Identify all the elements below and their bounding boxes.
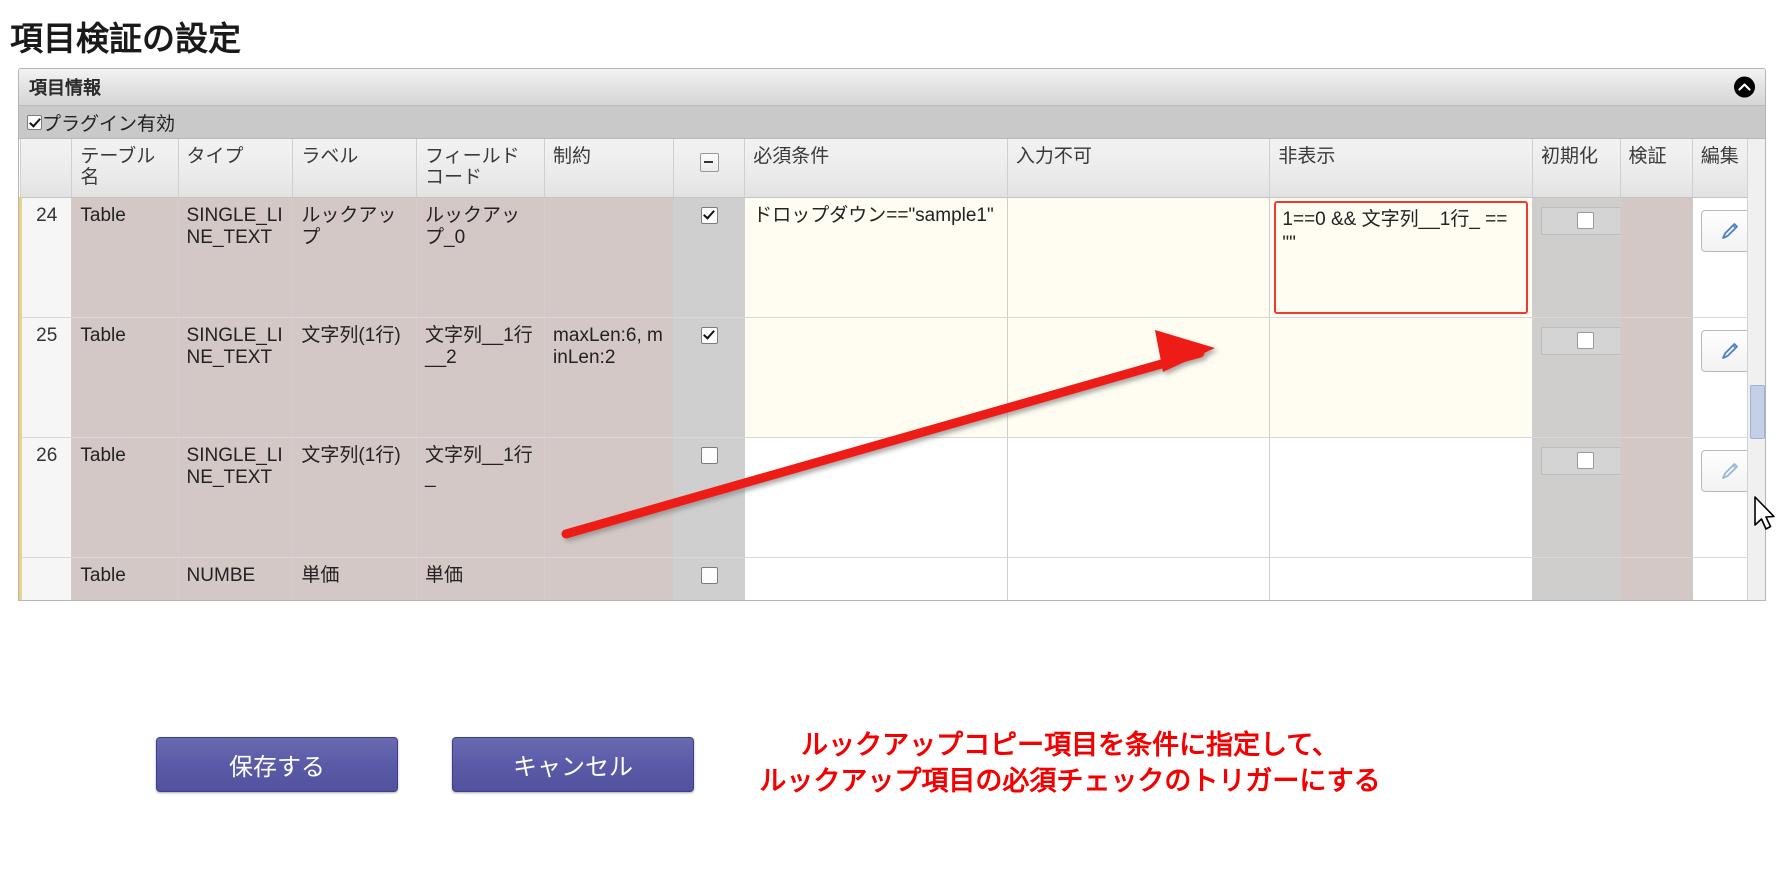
cell-required-cond[interactable] <box>744 437 1008 558</box>
cell-constraint <box>544 557 675 600</box>
cell-hidden[interactable] <box>1269 317 1533 438</box>
cell-validate <box>1620 317 1693 438</box>
grid-scrollbar-thumb[interactable] <box>1750 385 1765 439</box>
row-number: 25 <box>19 317 73 438</box>
cell-constraint <box>544 196 675 318</box>
col-header-field-code[interactable]: フィールドコード <box>416 139 546 198</box>
annotation-text: ルックアップコピー項目を条件に指定して、 ルックアップ項目の必須チェックのトリガ… <box>759 730 1381 797</box>
row-number: 26 <box>19 437 73 558</box>
table-row[interactable]: 25 Table SINGLE_LINE_TEXT 文字列(1行) 文字列__1… <box>19 317 1765 438</box>
hidden-condition-input[interactable]: 1==0 && 文字列__1行_ == "" <box>1274 200 1528 314</box>
cell-field-code: 単価 <box>416 557 546 600</box>
col-header-no-input[interactable]: 入力不可 <box>1007 139 1271 198</box>
cell-required-cond[interactable] <box>744 557 1008 600</box>
page-title: 項目検証の設定 <box>10 20 241 57</box>
cell-no-input[interactable] <box>1007 557 1271 600</box>
cell-type: NUMBE <box>178 557 294 600</box>
table-header-row: テーブル名 タイプ ラベル フィールドコード 制約 必須条件 入力不可 非表示 … <box>19 139 1765 198</box>
panel-header: 項目情報 <box>19 69 1765 106</box>
cell-hidden[interactable] <box>1269 557 1533 600</box>
required-flag-checkbox[interactable] <box>700 207 718 225</box>
col-header-init[interactable]: 初期化 <box>1532 139 1621 198</box>
table-row[interactable]: 26 Table SINGLE_LINE_TEXT 文字列(1行) 文字列__1… <box>19 437 1765 558</box>
cell-init[interactable] <box>1532 196 1631 318</box>
row-number <box>19 557 73 600</box>
cell-field-code: 文字列__1行_ <box>416 437 546 558</box>
cell-required-flag[interactable] <box>673 196 746 318</box>
cell-type: SINGLE_LINE_TEXT <box>178 317 294 438</box>
cell-table-name: Table <box>71 557 179 600</box>
cell-label: 文字列(1行) <box>292 437 418 558</box>
cell-hidden[interactable] <box>1269 437 1533 558</box>
cell-required-cond[interactable]: ドロップダウン=="sample1" <box>744 196 1008 318</box>
cell-label: 単価 <box>292 557 418 600</box>
required-flag-checkbox[interactable] <box>700 327 718 345</box>
init-checkbox-wrapper[interactable] <box>1540 206 1631 235</box>
panel-header-title: 項目情報 <box>29 78 101 98</box>
col-header-label[interactable]: ラベル <box>292 139 418 198</box>
cell-field-code: ルックアップ_0 <box>416 196 546 318</box>
plugin-enable-row[interactable]: プラグイン有効 <box>19 106 1765 139</box>
cell-table-name: Table <box>71 317 179 438</box>
field-grid: テーブル名 タイプ ラベル フィールドコード 制約 必須条件 入力不可 非表示 … <box>19 139 1765 600</box>
cell-constraint <box>544 437 675 558</box>
col-header-table-name[interactable]: テーブル名 <box>71 139 179 198</box>
init-checkbox[interactable] <box>1577 332 1595 350</box>
cell-constraint: maxLen:6, minLen:2 <box>544 317 675 438</box>
cell-required-flag[interactable] <box>673 557 746 600</box>
init-checkbox[interactable] <box>1577 452 1595 470</box>
table-row[interactable]: Table NUMBE 単価 単価 <box>19 557 1765 600</box>
cell-table-name: Table <box>71 196 179 318</box>
field-table: テーブル名 タイプ ラベル フィールドコード 制約 必須条件 入力不可 非表示 … <box>19 139 1765 600</box>
cell-type: SINGLE_LINE_TEXT <box>178 437 294 558</box>
cell-init[interactable] <box>1532 437 1631 558</box>
init-checkbox[interactable] <box>1577 212 1595 230</box>
plugin-enable-label: プラグイン有効 <box>42 113 176 135</box>
col-header-hidden[interactable]: 非表示 <box>1269 139 1533 198</box>
cell-hidden[interactable]: 1==0 && 文字列__1行_ == "" <box>1269 196 1533 318</box>
cell-type: SINGLE_LINE_TEXT <box>178 196 294 318</box>
cell-label: ルックアップ <box>292 196 418 318</box>
cell-no-input[interactable] <box>1007 196 1271 318</box>
cell-required-cond[interactable] <box>744 317 1008 438</box>
cell-validate <box>1620 557 1693 600</box>
required-flag-checkbox[interactable] <box>700 447 718 465</box>
cell-field-code: 文字列__1行__2 <box>416 317 546 438</box>
col-header-required-cond[interactable]: 必須条件 <box>744 139 1008 198</box>
cell-required-flag[interactable] <box>673 437 746 558</box>
grid-vertical-scrollbar[interactable] <box>1747 139 1765 600</box>
table-row[interactable]: 24 Table SINGLE_LINE_TEXT ルックアップ ルックアップ_… <box>19 196 1765 318</box>
col-header-type[interactable]: タイプ <box>178 139 294 198</box>
plugin-enable-checkbox[interactable] <box>27 114 42 130</box>
cell-table-name: Table <box>71 437 179 558</box>
minus-toggle-icon[interactable] <box>699 153 719 172</box>
chevron-up-circle-icon[interactable] <box>1734 76 1755 98</box>
cell-init[interactable] <box>1532 317 1631 438</box>
col-header-rownum <box>19 139 73 198</box>
col-header-constraint[interactable]: 制約 <box>544 139 675 198</box>
cell-no-input[interactable] <box>1007 317 1271 438</box>
init-checkbox-wrapper[interactable] <box>1540 326 1631 355</box>
item-info-panel: 項目情報 プラグイン有効 テーブル名 タイプ ラベル フィールドコード 制約 必… <box>18 68 1766 601</box>
save-button[interactable]: 保存する <box>156 737 398 792</box>
required-flag-checkbox[interactable] <box>700 567 718 585</box>
cell-required-flag[interactable] <box>673 317 746 438</box>
row-number: 24 <box>19 196 73 318</box>
cell-label: 文字列(1行) <box>292 317 418 438</box>
cell-no-input[interactable] <box>1007 437 1271 558</box>
cell-validate <box>1620 437 1693 558</box>
cell-init[interactable] <box>1532 557 1621 600</box>
cell-validate <box>1620 196 1693 318</box>
init-checkbox-wrapper[interactable] <box>1540 446 1631 475</box>
col-header-required-flag[interactable] <box>673 139 746 198</box>
col-header-validate[interactable]: 検証 <box>1620 139 1693 198</box>
